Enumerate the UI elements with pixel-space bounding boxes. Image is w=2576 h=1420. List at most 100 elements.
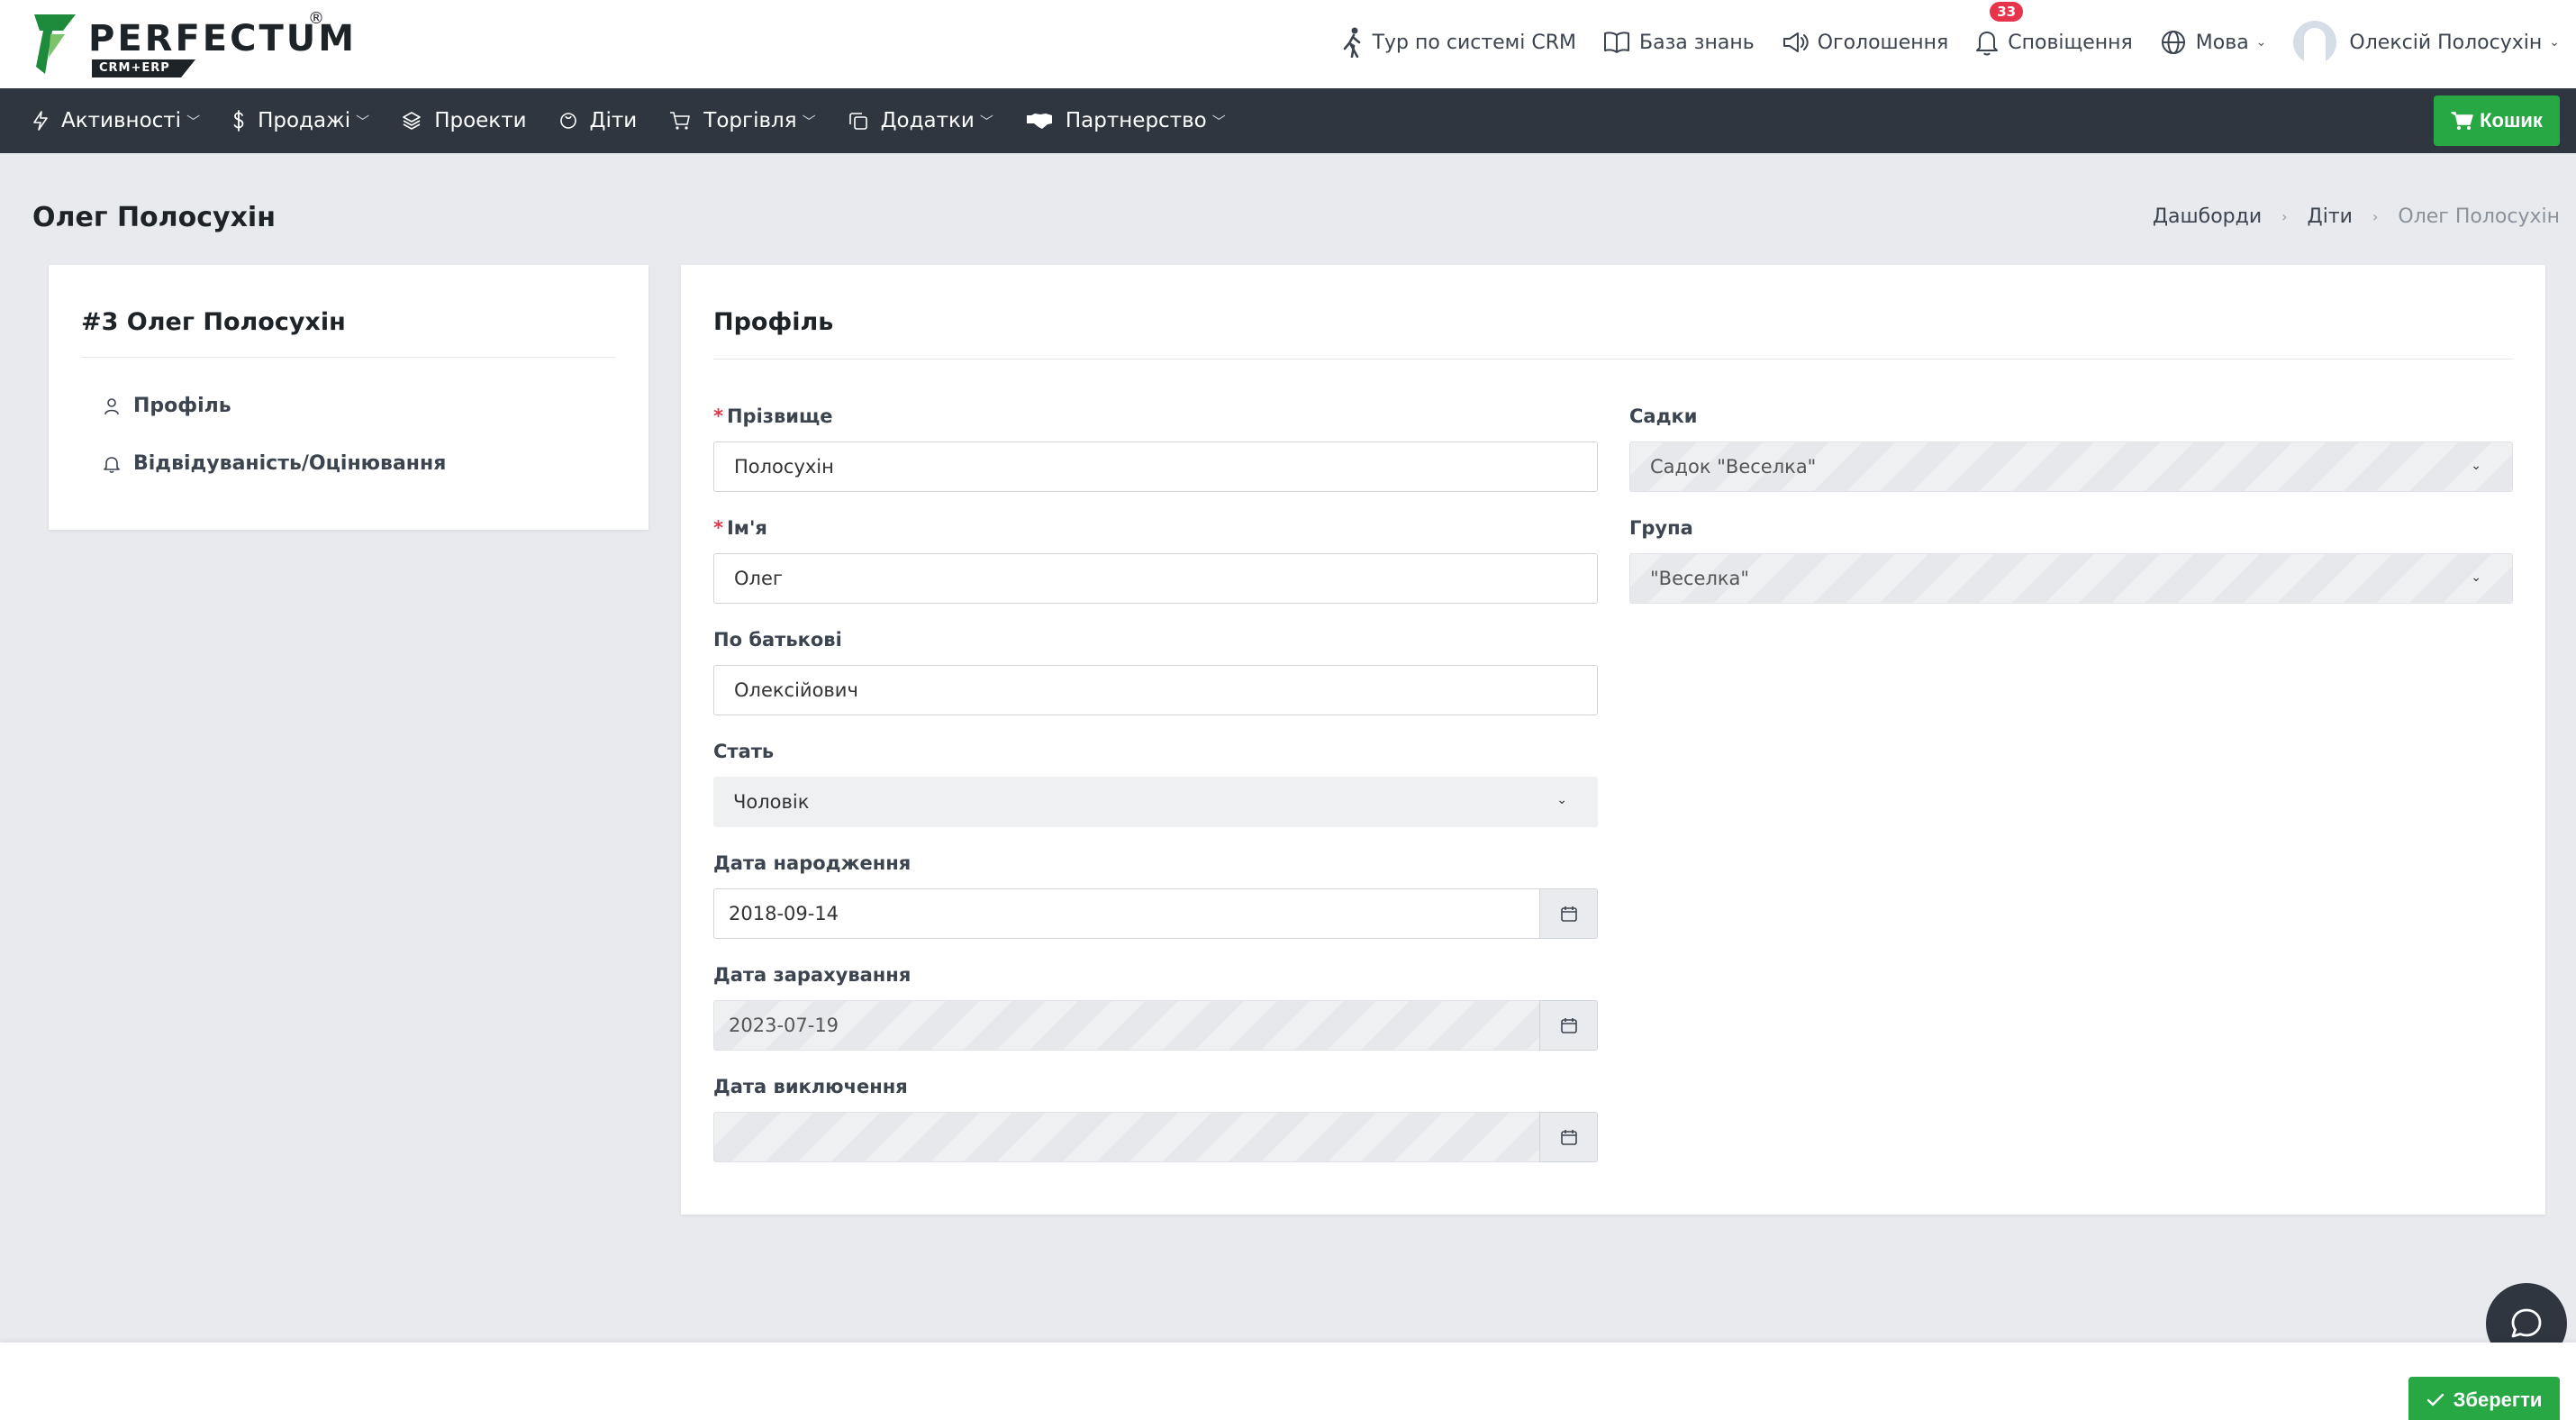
save-label: Зберегти [2453,1388,2543,1411]
gender-label: Стать [713,741,775,762]
shopping-cart-icon [670,112,691,130]
menu-partnership[interactable]: Партнерство ﹀ [1026,109,1226,132]
name-input[interactable]: Олег [713,553,1598,604]
sidebar-item-attendance[interactable]: Відвідуваність/Оцінювання [103,452,446,475]
chevron-down-icon: ﹀ [802,113,816,130]
tour-label: Тур по системі CRM [1372,31,1577,54]
bell-icon [1976,32,1999,56]
enroll-date-picker-button[interactable] [1539,1000,1598,1051]
handshake-icon [1026,114,1052,129]
menu-children[interactable]: Діти [559,109,638,132]
layers-icon [403,112,421,130]
enroll-date-field: 2023-07-19 [713,1000,1598,1051]
announcements-link[interactable]: Оголошення [1782,31,1949,54]
menu-trade-label: Торгівля [703,109,797,132]
copy-icon [848,113,867,130]
user-icon [104,397,119,414]
kindergarten-select: Садок "Веселка" ⌄ [1629,441,2513,492]
surname-label-text: Прізвище [726,405,833,427]
calendar-icon [1560,1018,1577,1033]
chevron-down-icon: ⌄ [2255,35,2267,50]
sidebar-item-label: Профіль [133,395,231,417]
menu-projects-label: Проекти [434,109,527,132]
calendar-icon [1560,1130,1577,1145]
birth-date-picker-button[interactable] [1539,888,1598,939]
menu-addons-label: Додатки [880,109,975,132]
announcements-label: Оголошення [1817,31,1949,54]
gender-value: Чоловік [733,791,810,813]
sidebar-item-profile[interactable]: Профіль [103,395,231,417]
menu-addons[interactable]: Додатки ﹀ [848,109,993,132]
menu-projects[interactable]: Проекти [402,109,527,132]
chevron-right-icon: › [2281,208,2288,225]
menu-activities[interactable]: Активності ﹀ [32,109,200,132]
main-menu-bar: Активності ﹀ Продажі ﹀ Проекти Діти Торг… [0,88,2576,153]
registered-mark: ® [308,9,324,28]
brand-sub: CRM+ERP [92,59,195,77]
breadcrumb-children[interactable]: Діти [2308,205,2353,228]
profile-card: Профіль * Прізвище Полосухін * Ім'я Олег П… [681,265,2545,1215]
cart-icon [2451,112,2473,130]
menu-partnership-label: Партнерство [1065,109,1207,132]
menu-sales[interactable]: Продажі ﹀ [232,109,369,132]
cart-label: Кошик [2480,109,2543,132]
chat-bubble-icon [2511,1308,2542,1338]
menu-children-label: Діти [589,109,638,132]
breadcrumb-current: Олег Полосухін [2398,205,2560,228]
gender-select[interactable]: Чоловік ⌄ [713,777,1598,827]
surname-input[interactable]: Полосухін [713,441,1598,492]
menu-sales-label: Продажі [258,109,351,132]
notifications-label: Сповіщення [2008,31,2133,54]
exclude-date-field [713,1112,1598,1162]
surname-label: * Прізвище [713,405,832,427]
menu-trade[interactable]: Торгівля ﹀ [669,109,816,132]
birth-date-field: 2018-09-14 [713,888,1598,939]
walking-person-icon [1343,27,1360,58]
logo-mark-icon [34,14,76,74]
save-button[interactable]: Зберегти [2408,1377,2560,1420]
main-menu: Активності ﹀ Продажі ﹀ Проекти Діти Торг… [32,88,1258,153]
chevron-down-icon: ⌄ [2471,459,2481,473]
breadcrumb-dashboards[interactable]: Дашборди [2153,205,2262,228]
required-mark: * [713,517,723,539]
name-label-text: Ім'я [726,517,767,539]
exclude-date-picker-button[interactable] [1539,1112,1598,1162]
chevron-down-icon: ﹀ [1211,113,1226,130]
notifications-link[interactable]: 33 Сповіщення [1975,2,2133,56]
tour-link[interactable]: Тур по системі CRM [1342,27,1576,58]
book-open-icon [1604,32,1630,53]
user-menu[interactable]: Олексій Полосухін ⌄ [2293,21,2560,64]
child-sidebar-card: #3 Олег Полосухін Профіль Відвідуваність… [49,265,649,530]
required-mark: * [713,405,723,427]
child-card-title: #3 Олег Полосухін [81,308,346,336]
chevron-down-icon: ﹀ [979,113,993,130]
breadcrumb: Дашборди › Діти › Олег Полосухін [2153,205,2560,228]
chevron-down-icon: ⌄ [1556,793,1567,807]
check-icon [2426,1393,2444,1406]
language-label: Мова [2195,31,2249,54]
divider [713,359,2513,360]
globe-icon [2161,31,2185,54]
exclude-date-input [713,1112,1540,1162]
language-menu[interactable]: Мова ⌄ [2160,29,2267,56]
page-title: Олег Полосухін [32,202,276,233]
bell-icon [104,456,120,473]
chevron-down-icon: ⌄ [2549,35,2560,50]
group-label: Група [1629,517,1693,539]
avatar [2293,21,2337,64]
patronymic-input[interactable]: Олексійович [713,665,1598,715]
birth-date-input[interactable]: 2018-09-14 [713,888,1540,939]
kindergarten-label: Садки [1629,405,1698,427]
chevron-down-icon: ﹀ [186,113,201,130]
enroll-date-label: Дата зарахування [713,964,912,986]
dollar-icon [233,110,244,132]
group-select: "Веселка" ⌄ [1629,553,2513,604]
user-name: Олексій Полосухін [2349,31,2543,54]
patronymic-label: По батькові [713,629,842,651]
group-value: "Веселка" [1650,568,1750,589]
brand-logo[interactable]: PERFECTUM ® CRM+ERP [32,9,354,77]
knowledge-base-link[interactable]: База знань [1603,31,1755,54]
calendar-icon [1560,906,1577,922]
child-face-icon [559,113,576,129]
cart-button[interactable]: Кошик [2434,96,2560,146]
